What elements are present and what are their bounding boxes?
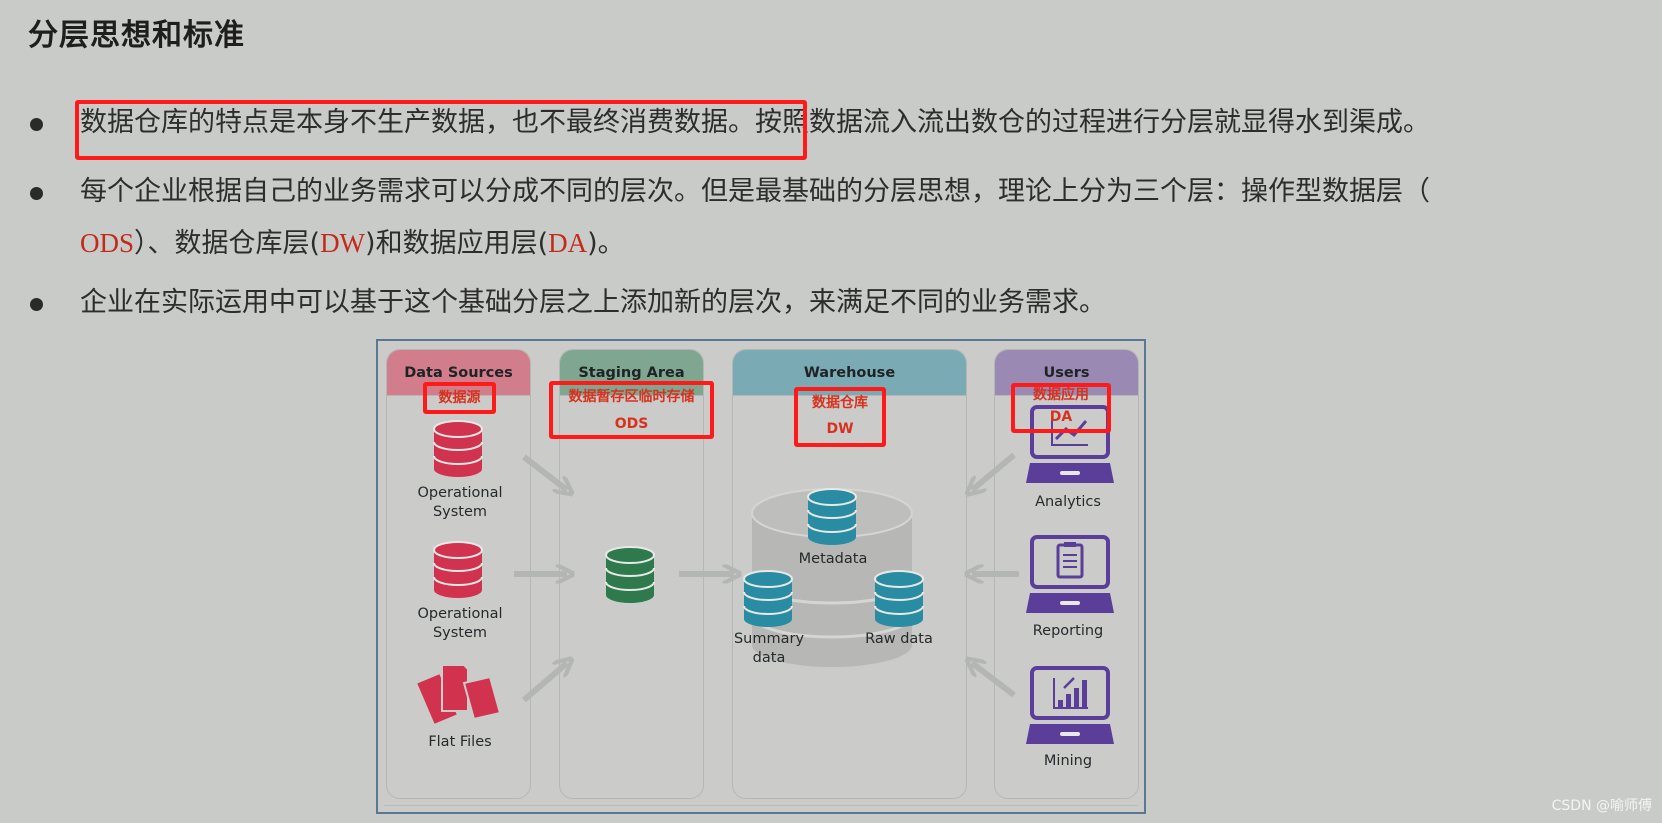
- bullet-item-3: 企业在实际运用中可以基于这个基础分层之上添加新的层次，来满足不同的业务需求。: [30, 283, 1650, 325]
- summary-database-icon: [743, 570, 793, 627]
- bullet-text: 企业在实际运用中可以基于这个基础分层之上添加新的层次，来满足不同的业务需求。: [80, 287, 1106, 318]
- summary-label: Summary data: [734, 630, 804, 668]
- text-part: )。: [587, 228, 625, 259]
- files-icon: [414, 664, 502, 727]
- bullet-item-2: 每个企业根据自己的业务需求可以分成不同的层次。但是最基础的分层思想，理论上分为三…: [30, 172, 1650, 262]
- label-line: Operational: [417, 485, 503, 501]
- bullet-text-line-2: ODS）、数据仓库层(DW)和数据应用层(DA)。: [80, 223, 625, 264]
- label-line: Operational: [417, 606, 503, 622]
- bullet-dot: [30, 118, 43, 131]
- annotation-warehouse: 数据仓库: [812, 395, 868, 411]
- metadata-label: Metadata: [798, 551, 868, 567]
- label-line: System: [432, 625, 488, 641]
- arrow-analytics-to-warehouse: [972, 452, 1016, 490]
- user-label-analytics: Analytics: [1035, 494, 1101, 510]
- raw-data-database-icon: [874, 570, 924, 627]
- user-label-mining: Mining: [1043, 753, 1093, 769]
- annotation-staging: 数据暂存区临时存储: [568, 389, 695, 405]
- database-icon: [433, 420, 483, 477]
- annotation-staging-ods: ODS: [614, 416, 649, 432]
- reporting-laptop-icon: [1026, 535, 1114, 613]
- abbr-ods: ODS: [80, 228, 135, 258]
- label-line: Flat Files: [428, 734, 492, 750]
- label-line: System: [432, 504, 488, 520]
- source-label-2: Operational System: [417, 605, 502, 643]
- annotation-warehouse-dw: DW: [826, 421, 854, 437]
- user-label-reporting: Reporting: [1032, 623, 1104, 639]
- source-label-1: Operational System: [417, 484, 502, 522]
- text-part: ）、数据仓库层(: [134, 228, 321, 259]
- arrow-source3-to-staging: [522, 663, 567, 703]
- bullet-text-line-1: 每个企业根据自己的业务需求可以分成不同的层次。但是最基础的分层思想，理论上分为三…: [80, 176, 1430, 207]
- data-warehouse-diagram: Data Sources Staging Area Warehouse User…: [376, 339, 1146, 814]
- highlight-box-bullet-1: [75, 100, 807, 160]
- label-line: data: [752, 650, 786, 666]
- bullet-dot: [30, 187, 43, 200]
- annotation-users-da: DA: [1049, 409, 1073, 425]
- watermark: CSDN @喻师傅: [1551, 798, 1652, 814]
- text-part: )和数据应用层(: [365, 228, 549, 259]
- staging-database-icon: [605, 546, 655, 603]
- annotation-data-sources: 数据源: [438, 390, 481, 406]
- label-line: Summary: [733, 631, 805, 647]
- bullet-dot: [30, 298, 43, 311]
- raw-data-label: Raw data: [865, 631, 933, 647]
- diagram-inner: Data Sources Staging Area Warehouse User…: [384, 345, 1139, 806]
- mining-laptop-icon: [1026, 666, 1114, 744]
- bullet-rest-text: 按照数据流入流出数仓的过程进行分层就显得水到渠成。: [755, 107, 1430, 138]
- abbr-da: DA: [548, 228, 588, 258]
- arrow-source1-to-staging: [522, 454, 567, 490]
- database-icon: [433, 541, 483, 598]
- source-label-3: Flat Files: [428, 733, 491, 752]
- page-title: 分层思想和标准: [28, 18, 245, 53]
- abbr-dw: DW: [320, 228, 366, 258]
- metadata-database-icon: [807, 488, 857, 545]
- arrow-mining-to-warehouse: [972, 663, 1016, 698]
